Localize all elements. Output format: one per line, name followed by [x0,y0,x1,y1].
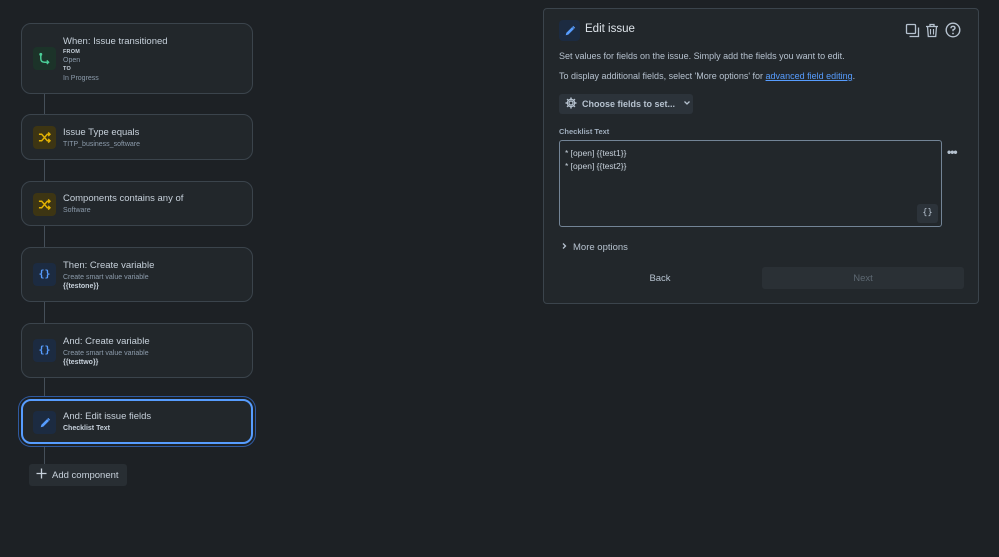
connector-line [44,159,45,182]
duplicate-icon[interactable] [903,21,921,39]
connector-line [44,377,45,400]
gear-icon [565,97,577,111]
add-component-button[interactable]: Add component [29,464,127,486]
panel-title: Edit issue [585,23,635,35]
variable-name: {{testone}} [63,283,99,290]
more-options-toggle[interactable]: More options [561,242,628,253]
checklist-text-label: Checklist Text [559,127,610,136]
action-card-edit-issue[interactable]: And: Edit issue fields Checklist Text [21,399,253,444]
transition-icon [33,47,56,70]
trigger-card[interactable]: When: Issue transitioned FROM Open TO In… [21,23,253,94]
connector-line [44,443,45,465]
choose-fields-label: Choose fields to set... [582,99,676,109]
action-title: And: Create variable [63,336,150,347]
back-button[interactable]: Back [559,267,761,289]
to-label: TO [63,66,71,72]
smart-values-button[interactable]: {} [917,204,938,223]
additional-suffix: . [852,71,856,81]
trash-icon[interactable] [923,21,941,39]
help-icon[interactable] [944,21,962,39]
additional-prefix: To display additional fields, select 'Mo… [559,71,766,81]
action-card-create-variable-1[interactable]: {} Then: Create variable Create smart va… [21,247,253,302]
from-label: FROM [63,49,80,55]
connector-line [44,93,45,115]
from-value: Open [63,57,81,64]
action-card-create-variable-2[interactable]: {} And: Create variable Create smart val… [21,323,253,378]
condition-value: TITP_business_software [63,141,141,148]
connector-line [44,301,45,324]
action-subtitle: Create smart value variable [63,274,149,281]
shuffle-icon [33,126,56,149]
pencil-icon [559,20,580,41]
action-subtitle: Create smart value variable [63,350,149,357]
condition-title: Components contains any of [63,193,184,204]
more-options-label: More options [573,242,628,253]
action-title: Then: Create variable [63,260,155,271]
chevron-right-icon [561,242,568,253]
panel-description: Set values for fields on the issue. Simp… [559,51,845,61]
edit-issue-panel: Edit issue Set values for fields on the … [543,8,979,304]
condition-value: Software [63,207,91,214]
action-field: Checklist Text [63,425,110,432]
more-actions-icon[interactable]: ••• [947,145,958,159]
next-button[interactable]: Next [762,267,964,289]
to-value: In Progress [63,75,99,82]
choose-fields-dropdown[interactable]: Choose fields to set... [559,94,693,114]
braces-icon: {} [33,339,56,362]
advanced-field-editing-link[interactable]: advanced field editing [766,71,853,81]
condition-title: Issue Type equals [63,127,140,138]
rule-chain: When: Issue transitioned FROM Open TO In… [0,0,280,557]
shuffle-icon [33,193,56,216]
trigger-title: When: Issue transitioned [63,36,168,47]
panel-additional-info: To display additional fields, select 'Mo… [559,71,855,81]
add-component-label: Add component [52,469,119,481]
pencil-icon [33,411,56,434]
condition-card-issue-type[interactable]: Issue Type equals TITP_business_software [21,114,253,160]
plus-icon [36,468,47,482]
checklist-line: * [open] {{test2}} [565,161,627,171]
checklist-line: * [open] {{test1}} [565,148,627,158]
variable-name: {{testtwo}} [63,359,99,366]
checklist-text-field[interactable]: * [open] {{test1}} * [open] {{test2}} {} [559,140,942,227]
condition-card-components[interactable]: Components contains any of Software [21,181,253,226]
connector-line [44,225,45,248]
action-title: And: Edit issue fields [63,411,152,422]
chevron-down-icon [683,99,691,109]
braces-icon: {} [33,263,56,286]
